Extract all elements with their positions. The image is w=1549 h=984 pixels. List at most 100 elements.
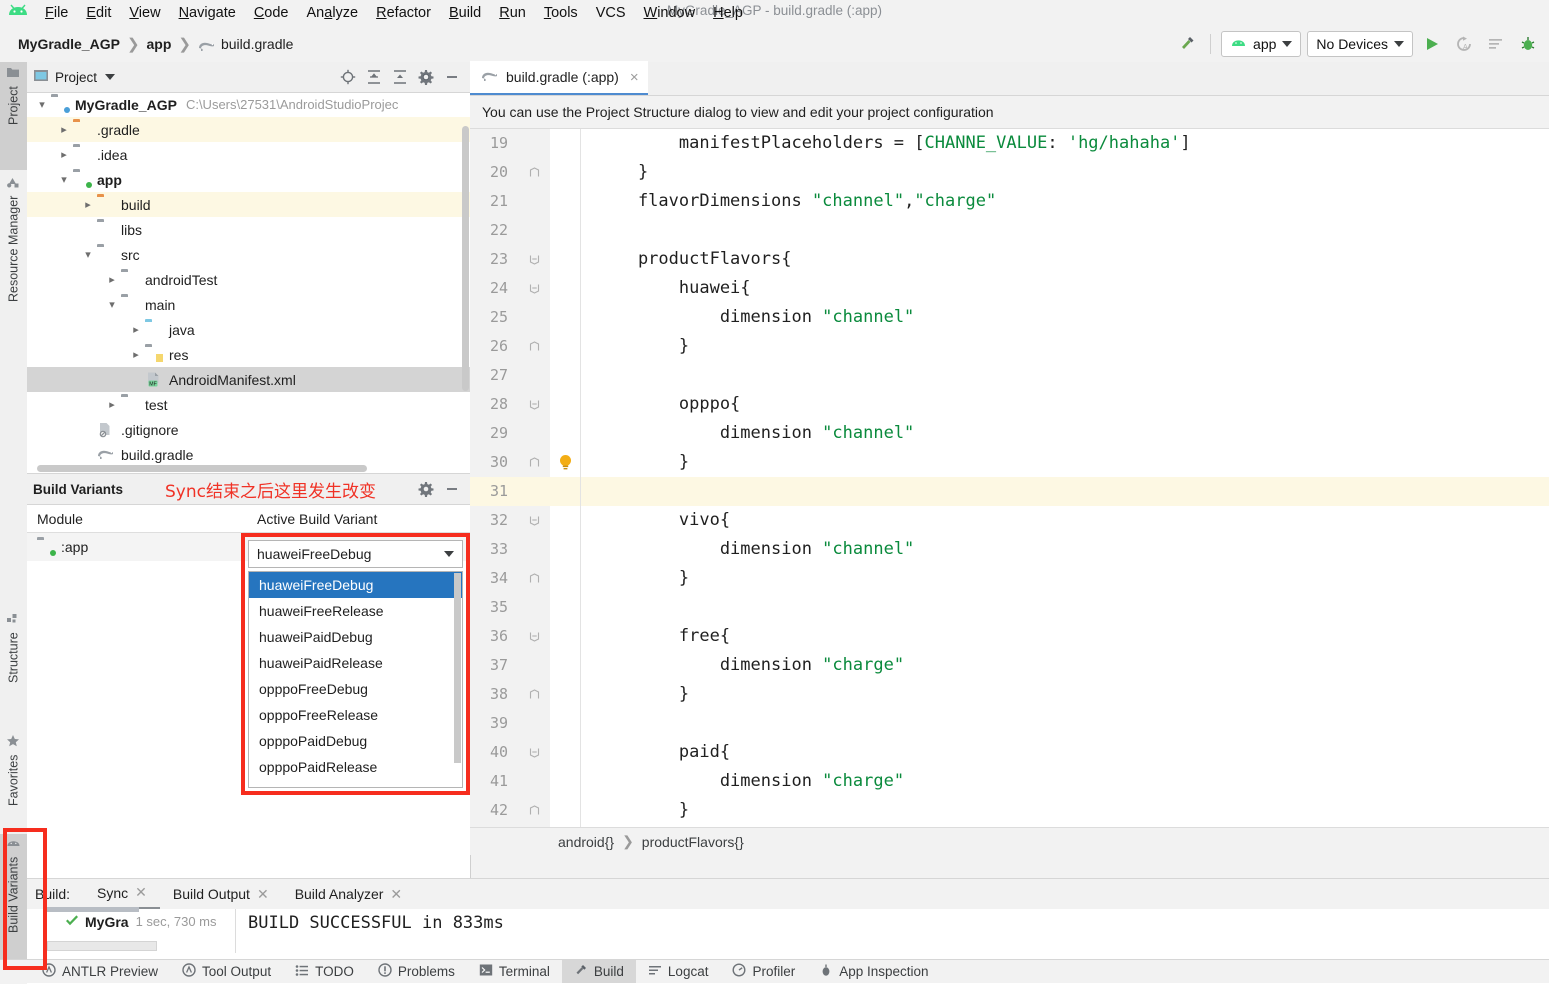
status-tab-tool-output[interactable]: Tool Output bbox=[170, 960, 283, 983]
editor-breadcrumb-productflavors[interactable]: productFlavors{} bbox=[642, 834, 744, 850]
close-icon[interactable]: ✕ bbox=[135, 884, 147, 901]
apply-code-changes-icon[interactable] bbox=[1483, 31, 1509, 57]
code-text[interactable]: flavorDimensions "channel","charge" bbox=[580, 187, 1549, 216]
minimize-icon[interactable] bbox=[443, 69, 460, 86]
status-tab-app-inspection[interactable]: App Inspection bbox=[807, 960, 940, 983]
tree-item-app[interactable]: ▾ app bbox=[27, 167, 470, 192]
locate-icon[interactable] bbox=[339, 69, 356, 86]
fold-gutter[interactable] bbox=[518, 506, 550, 535]
project-tree-vertical-scrollbar[interactable] bbox=[462, 126, 469, 391]
tree-item-test[interactable]: ▸ test bbox=[27, 392, 470, 417]
code-text[interactable]: vivo{ bbox=[580, 506, 1549, 535]
sidebar-tab-favorites[interactable]: Favorites bbox=[0, 730, 27, 840]
dropdown-option-opppofreedebug[interactable]: opppoFreeDebug bbox=[249, 676, 462, 702]
code-view[interactable]: 19 manifestPlaceholders = [CHANNE_VALUE:… bbox=[470, 129, 1549, 839]
menu-item-analyze[interactable]: Analyze bbox=[298, 2, 368, 24]
fold-gutter[interactable] bbox=[518, 332, 550, 361]
chevron-down-icon[interactable] bbox=[105, 74, 115, 80]
fold-gutter[interactable] bbox=[518, 216, 550, 245]
fold-gutter[interactable] bbox=[518, 158, 550, 187]
run-icon[interactable] bbox=[1419, 31, 1445, 57]
dropdown-scrollbar[interactable] bbox=[454, 573, 461, 763]
code-text[interactable] bbox=[580, 709, 1549, 738]
fold-gutter[interactable] bbox=[518, 448, 550, 477]
chevron-right-icon[interactable]: ▸ bbox=[79, 198, 97, 211]
code-text[interactable] bbox=[580, 216, 1549, 245]
code-text[interactable]: } bbox=[580, 796, 1549, 825]
run-configuration-selector[interactable]: app bbox=[1221, 31, 1301, 57]
code-text[interactable]: paid{ bbox=[580, 738, 1549, 767]
editor-tab-build-gradle[interactable]: build.gradle (:app) × bbox=[470, 61, 648, 95]
build-tab-build-output[interactable]: Build Output ✕ bbox=[160, 880, 282, 909]
code-text[interactable] bbox=[580, 361, 1549, 390]
status-tab-todo[interactable]: TODO bbox=[283, 960, 366, 983]
fold-gutter[interactable] bbox=[518, 680, 550, 709]
tree-item-libs[interactable]: libs bbox=[27, 217, 470, 242]
tree-item-idea[interactable]: ▸ .idea bbox=[27, 142, 470, 167]
build-tree-node[interactable]: MyGra 1 sec, 730 ms bbox=[27, 913, 235, 930]
tree-item-androidtest[interactable]: ▸ androidTest bbox=[27, 267, 470, 292]
chevron-right-icon[interactable]: ▸ bbox=[103, 398, 121, 411]
fold-gutter[interactable] bbox=[518, 361, 550, 390]
fold-gutter[interactable] bbox=[518, 535, 550, 564]
build-tree-horizontal-scrollbar[interactable] bbox=[47, 941, 157, 951]
menu-item-window[interactable]: Window bbox=[635, 2, 705, 24]
fold-gutter[interactable] bbox=[518, 129, 550, 158]
menu-item-build[interactable]: Build bbox=[440, 2, 490, 24]
tree-item-gitignore[interactable]: .gitignore bbox=[27, 417, 470, 442]
active-build-variant-dropdown[interactable]: huaweiFreeDebug bbox=[248, 540, 463, 568]
fold-gutter[interactable] bbox=[518, 593, 550, 622]
fold-gutter[interactable] bbox=[518, 303, 550, 332]
menu-item-view[interactable]: View bbox=[120, 2, 169, 24]
build-variant-dropdown-list[interactable]: huaweiFreeDebug huaweiFreeRelease huawei… bbox=[248, 571, 463, 788]
sidebar-tab-structure[interactable]: Structure bbox=[0, 608, 27, 728]
fold-gutter[interactable] bbox=[518, 390, 550, 419]
dropdown-option-opppopaiddebug[interactable]: opppoPaidDebug bbox=[249, 728, 462, 754]
breadcrumb-file[interactable]: build.gradle bbox=[221, 36, 293, 52]
code-text[interactable]: opppo{ bbox=[580, 390, 1549, 419]
status-tab-profiler[interactable]: Profiler bbox=[720, 960, 807, 983]
close-icon[interactable]: ✕ bbox=[257, 886, 269, 903]
tree-item-main[interactable]: ▾ main bbox=[27, 292, 470, 317]
menu-item-navigate[interactable]: Navigate bbox=[170, 2, 245, 24]
tree-item-build[interactable]: ▸ build bbox=[27, 192, 470, 217]
chevron-right-icon[interactable]: ▸ bbox=[55, 123, 73, 136]
status-tab-logcat[interactable]: Logcat bbox=[636, 960, 721, 983]
fold-gutter[interactable] bbox=[518, 622, 550, 651]
code-text[interactable] bbox=[580, 477, 1549, 506]
menu-item-refactor[interactable]: Refactor bbox=[367, 2, 440, 24]
chevron-down-icon[interactable]: ▾ bbox=[33, 98, 51, 111]
fold-gutter[interactable] bbox=[518, 796, 550, 825]
breadcrumb-project[interactable]: MyGradle_AGP bbox=[18, 36, 120, 52]
settings-gear-icon[interactable] bbox=[417, 69, 434, 86]
debug-icon[interactable] bbox=[1515, 31, 1541, 57]
menu-item-vcs[interactable]: VCS bbox=[587, 2, 635, 24]
tree-item-res[interactable]: ▸ res bbox=[27, 342, 470, 367]
build-tab-build-analyzer[interactable]: Build Analyzer ✕ bbox=[282, 880, 415, 909]
tree-item-androidmanifest[interactable]: MF AndroidManifest.xml bbox=[27, 367, 470, 392]
dropdown-option-huaweipaiddebug[interactable]: huaweiPaidDebug bbox=[249, 624, 462, 650]
expand-all-icon[interactable] bbox=[365, 69, 382, 86]
code-text[interactable]: } bbox=[580, 332, 1549, 361]
dropdown-option-huaweifreerelease[interactable]: huaweiFreeRelease bbox=[249, 598, 462, 624]
editor-breadcrumb-android[interactable]: android{} bbox=[558, 834, 614, 850]
chevron-down-icon[interactable]: ▾ bbox=[79, 248, 97, 261]
chevron-down-icon[interactable]: ▾ bbox=[103, 298, 121, 311]
chevron-down-icon[interactable]: ▾ bbox=[55, 173, 73, 186]
menu-item-edit[interactable]: Edit bbox=[77, 2, 120, 24]
code-text[interactable] bbox=[580, 593, 1549, 622]
project-tree-horizontal-scrollbar[interactable] bbox=[37, 465, 367, 472]
fold-gutter[interactable] bbox=[518, 709, 550, 738]
code-text[interactable]: } bbox=[580, 564, 1549, 593]
dropdown-option-opppopaidrelease[interactable]: opppoPaidRelease bbox=[249, 754, 462, 780]
code-text[interactable]: dimension "channel" bbox=[580, 419, 1549, 448]
fold-gutter[interactable] bbox=[518, 274, 550, 303]
fold-gutter[interactable] bbox=[518, 245, 550, 274]
menu-item-tools[interactable]: Tools bbox=[535, 2, 587, 24]
status-tab-antlr-preview[interactable]: ANTLR Preview bbox=[30, 960, 170, 983]
code-text[interactable]: free{ bbox=[580, 622, 1549, 651]
code-text[interactable]: huawei{ bbox=[580, 274, 1549, 303]
collapse-all-icon[interactable] bbox=[391, 69, 408, 86]
dropdown-option-opppofreerelease[interactable]: opppoFreeRelease bbox=[249, 702, 462, 728]
build-tab-sync[interactable]: Sync ✕ bbox=[84, 878, 160, 910]
